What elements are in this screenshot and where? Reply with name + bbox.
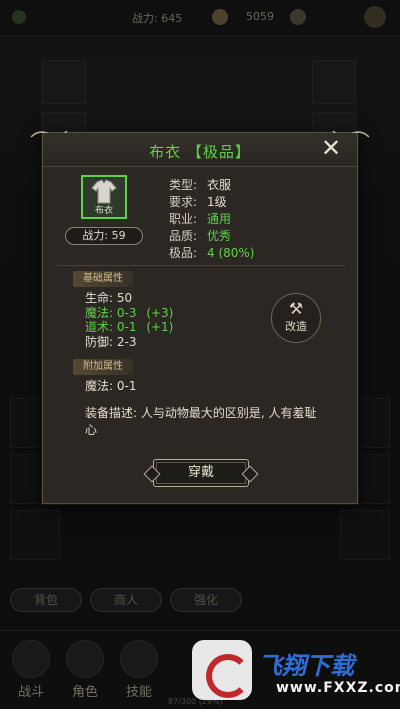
watermark-brand: 飞翔下载 <box>258 652 354 680</box>
stat-value: 0-1 <box>116 320 137 334</box>
item-icon-frame: 布衣 <box>81 175 127 219</box>
info-key: 要求: <box>169 195 198 209</box>
extra-stats-list: 魔法: 0-1 <box>85 379 136 394</box>
info-row-quality: 品质: 优秀 <box>169 228 254 245</box>
watermark-logo-icon <box>192 640 252 700</box>
info-key: 品质: <box>169 229 198 243</box>
divider <box>57 265 345 266</box>
info-row-class: 职业: 通用 <box>169 211 254 228</box>
stat-value: 2-3 <box>116 334 137 349</box>
stat-row-defense: 防御: 2-3 <box>85 335 173 350</box>
stat-value: 50 <box>116 291 133 305</box>
section-label-extra: 附加属性 <box>73 359 133 375</box>
item-info-list: 类型: 衣服 要求: 1级 职业: 通用 品质: 优秀 极品: 4 (80%) <box>169 177 254 262</box>
stat-bonus: (+3) <box>146 305 174 320</box>
reforge-button[interactable]: ⚒ 改造 <box>271 293 321 343</box>
close-icon: ✕ <box>320 134 342 162</box>
item-detail-dialog: 布衣 【极品】 ✕ 布衣 战力: 59 类型: 衣服 要求: 1级 职业: 通用… <box>30 130 370 504</box>
stat-row-hp: 生命: 50 <box>85 291 173 306</box>
stat-key: 魔法: <box>85 305 114 320</box>
item-icon-label: 布衣 <box>94 206 113 216</box>
info-value: 衣服 <box>207 178 232 192</box>
equip-label: 穿戴 <box>187 465 214 480</box>
stat-row-extra-magic: 魔法: 0-1 <box>85 379 136 394</box>
reforge-label: 改造 <box>285 320 307 333</box>
stat-value: 0-1 <box>116 379 137 393</box>
info-row-requirement: 要求: 1级 <box>169 194 254 211</box>
info-row-type: 类型: 衣服 <box>169 177 254 194</box>
item-power: 战力: 59 <box>65 227 143 245</box>
item-title: 布衣 【极品】 <box>149 143 251 161</box>
stat-key: 生命: <box>85 291 114 305</box>
stat-key: 魔法: <box>85 379 114 393</box>
info-row-excellent: 极品: 4 (80%) <box>169 245 254 262</box>
close-button[interactable]: ✕ <box>319 134 343 162</box>
equip-button[interactable]: 穿戴 <box>153 459 249 487</box>
stat-row-taoism: 道术: 0-1 (+1) <box>85 320 173 335</box>
site-watermark: 飞翔下载 www.FXXZ.com <box>192 640 400 704</box>
item-description: 装备描述: 人与动物最大的区别是, 人有羞耻心 <box>85 406 317 437</box>
section-label-base: 基础属性 <box>73 271 133 287</box>
stat-key: 道术: <box>85 320 114 334</box>
info-value: 1级 <box>207 195 227 209</box>
info-key: 职业: <box>169 212 198 226</box>
base-stats-list: 生命: 50 魔法: 0-3 (+3) 道术: 0-1 (+1) 防御: 2-3 <box>85 291 173 349</box>
stat-bonus: (+1) <box>146 320 174 334</box>
stat-row-magic: 魔法: 0-3 (+3) <box>85 306 173 321</box>
info-value: 优秀 <box>207 229 232 243</box>
info-key: 极品: <box>169 246 198 260</box>
info-value: 通用 <box>207 212 232 226</box>
anvil-icon: ⚒ <box>288 299 304 318</box>
watermark-url: www.FXXZ.com <box>276 680 400 696</box>
cloth-armor-icon <box>91 179 117 204</box>
info-value: 4 (80%) <box>207 246 255 260</box>
stat-value: 0-3 <box>116 305 137 320</box>
info-key: 类型: <box>169 178 198 192</box>
stat-key: 防御: <box>85 334 114 349</box>
dialog-header: 布衣 【极品】 ✕ <box>43 133 357 167</box>
